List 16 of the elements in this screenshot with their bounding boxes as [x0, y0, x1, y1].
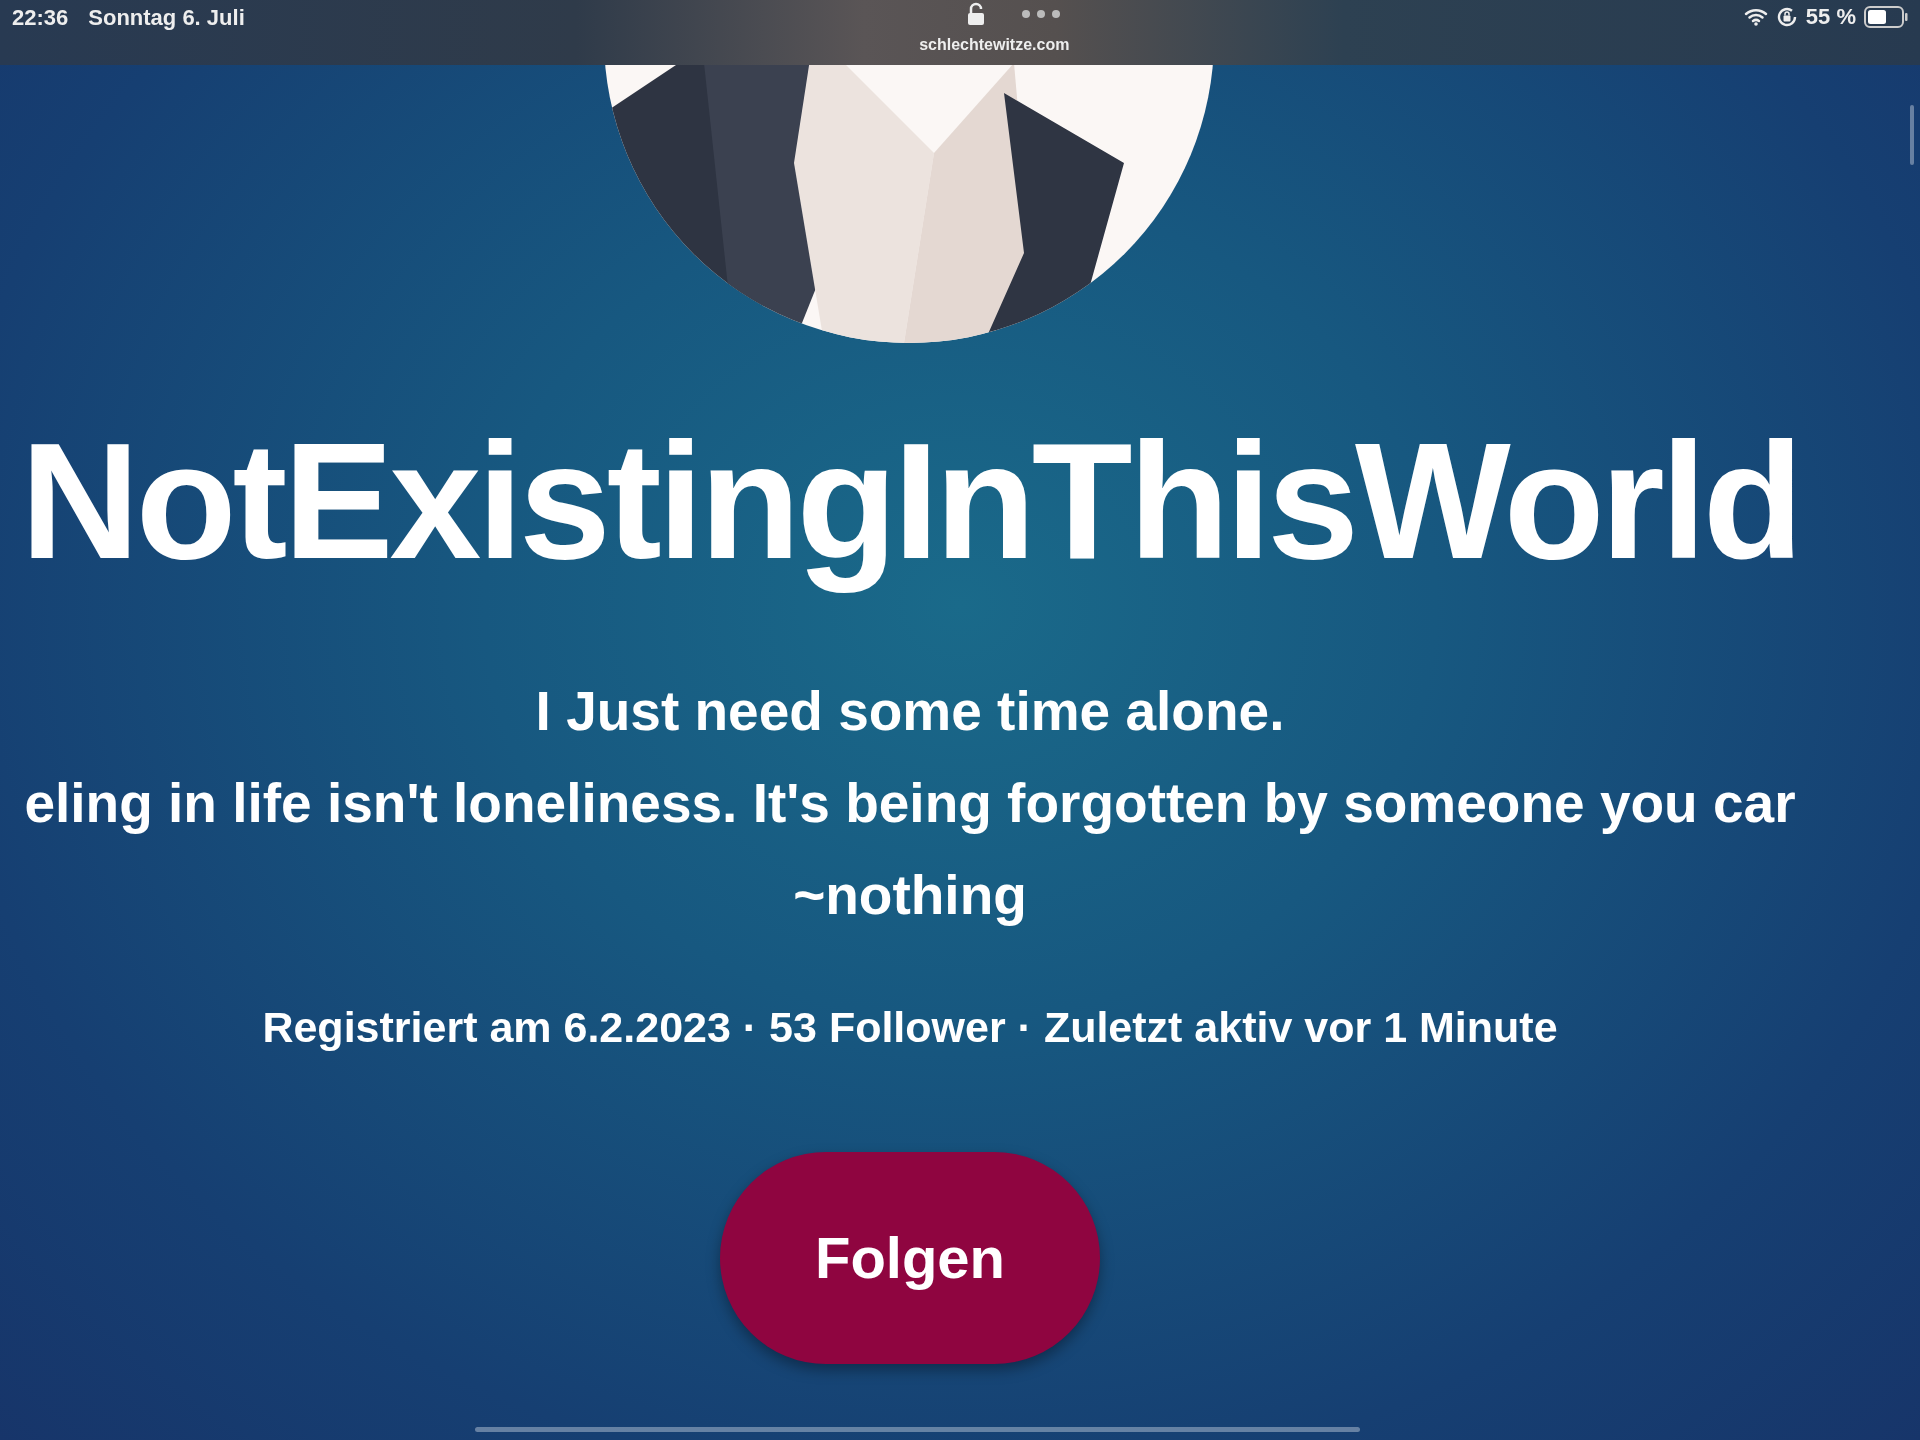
- url-text[interactable]: schlechtewitze.com: [919, 36, 1070, 54]
- bio-line: eling in life isn't loneliness. It's being forgotten by someone you car: [24, 770, 1796, 836]
- rotation-lock-icon: [1775, 6, 1798, 28]
- username: NotExistingInThisWorld: [20, 411, 1800, 593]
- follow-button[interactable]: Folgen: [720, 1151, 1100, 1364]
- lock-icon: [967, 2, 986, 26]
- profile-stats: Registriert am 6.2.2023 · 53 Follower · Zuletzt aktiv vor 1 Minute: [262, 1002, 1558, 1052]
- date: Sonntag 6. Juli: [88, 5, 245, 31]
- bio-line: I Just need some time alone.: [535, 678, 1285, 744]
- clock: 22:36: [12, 5, 69, 31]
- wifi-icon: [1743, 8, 1768, 26]
- battery-icon: [1864, 6, 1908, 28]
- scroll-indicator: [1910, 105, 1914, 165]
- bio-line: ~nothing: [793, 862, 1027, 928]
- more-icon[interactable]: [1021, 9, 1062, 19]
- battery-percent: 55 %: [1805, 4, 1856, 30]
